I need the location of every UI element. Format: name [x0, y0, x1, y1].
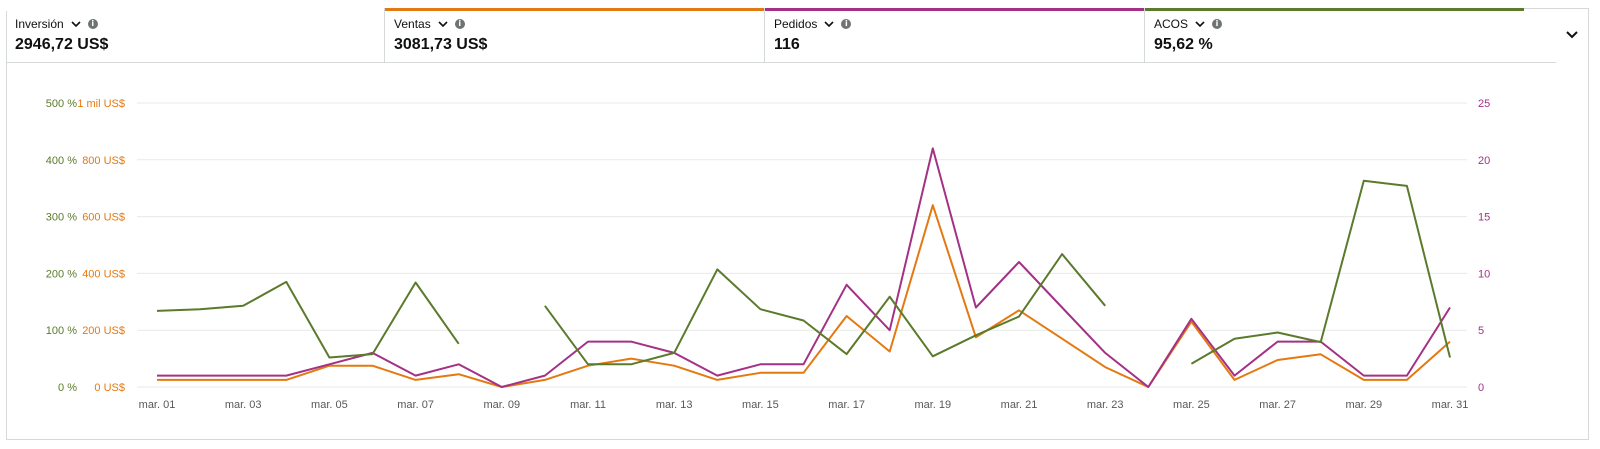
acos-axis-tick: 100 % — [46, 325, 77, 337]
acos-axis-tick: 200 % — [46, 268, 77, 280]
sales-axis-tick: 200 US$ — [82, 325, 125, 337]
orders-axis-tick: 20 — [1478, 155, 1490, 167]
series-line-pedidos — [157, 147, 1451, 388]
series-line-acos — [156, 280, 460, 359]
x-axis-tick: mar. 31 — [1432, 399, 1469, 411]
orders-axis-tick: 0 — [1478, 382, 1484, 394]
sales-axis-tick: 1 mil US$ — [77, 98, 125, 110]
sales-axis-tick: 800 US$ — [82, 155, 125, 167]
acos-axis-tick: 300 % — [46, 212, 77, 224]
acos-axis-tick: 400 % — [46, 155, 77, 167]
x-axis-tick: mar. 07 — [397, 399, 434, 411]
x-axis-tick: mar. 27 — [1259, 399, 1296, 411]
sales-axis-tick: 0 US$ — [94, 382, 125, 394]
sales-axis-tick: 400 US$ — [82, 268, 125, 280]
acos-axis-tick: 500 % — [46, 98, 77, 110]
series-line-acos — [544, 253, 1106, 366]
x-axis-tick: mar. 21 — [1001, 399, 1038, 411]
line-chart: 0 % 0 US$ 0 100 % 200 US$ 5 200 % 400 US$ 10 300 … — [46, 98, 1490, 411]
orders-axis-tick: 15 — [1478, 212, 1490, 224]
x-axis-tick: mar. 01 — [139, 399, 176, 411]
x-axis-tick: mar. 05 — [311, 399, 348, 411]
x-axis-tick: mar. 29 — [1345, 399, 1382, 411]
x-axis-tick: mar. 13 — [656, 399, 693, 411]
acos-axis-tick: 0 % — [58, 382, 77, 394]
x-axis-tick: mar. 23 — [1087, 399, 1124, 411]
x-axis-tick: mar. 09 — [483, 399, 520, 411]
sales-axis-tick: 600 US$ — [82, 212, 125, 224]
x-axis-tick: mar. 15 — [742, 399, 779, 411]
orders-axis-tick: 10 — [1478, 268, 1490, 280]
x-axis-tick: mar. 19 — [914, 399, 951, 411]
orders-axis-tick: 5 — [1478, 325, 1484, 337]
x-axis-tick: mar. 17 — [828, 399, 865, 411]
x-axis-tick: mar. 03 — [225, 399, 262, 411]
series-line-acos — [1190, 179, 1451, 365]
x-axis-tick: mar. 11 — [570, 399, 606, 411]
orders-axis-tick: 25 — [1478, 98, 1490, 110]
x-axis-tick: mar. 25 — [1173, 399, 1210, 411]
